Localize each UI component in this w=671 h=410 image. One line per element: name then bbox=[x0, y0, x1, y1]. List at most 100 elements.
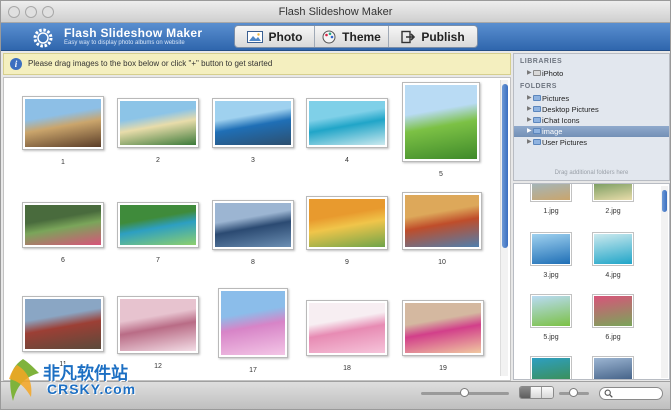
thumbnail-image[interactable] bbox=[530, 184, 572, 202]
photo-thumbnail[interactable] bbox=[22, 296, 104, 352]
close-window-button[interactable] bbox=[8, 6, 20, 18]
thumbnail-filename: 5.jpg bbox=[543, 334, 559, 341]
disclosure-arrow-icon[interactable]: ▶ bbox=[527, 68, 532, 79]
photo-tile[interactable]: 3 bbox=[211, 98, 295, 164]
photo-tile[interactable]: 19 bbox=[401, 300, 485, 372]
photo-number: 10 bbox=[438, 259, 446, 266]
photo-number: 7 bbox=[156, 257, 160, 264]
info-bar: i Please drag images to the box below or… bbox=[3, 53, 511, 75]
photo-tile[interactable]: 4 bbox=[305, 98, 389, 164]
drag-folders-hint: Drag additional folders here bbox=[554, 170, 629, 176]
photo-thumbnail[interactable] bbox=[306, 196, 388, 250]
tab-publish[interactable]: Publish bbox=[389, 26, 477, 47]
disclosure-arrow-icon[interactable]: ▶ bbox=[527, 115, 532, 126]
photo-thumbnail[interactable] bbox=[402, 82, 480, 162]
photo-number: 5 bbox=[439, 171, 443, 178]
thumbnail-item[interactable]: 2.jpg bbox=[583, 184, 643, 215]
photo-tile[interactable]: 10 bbox=[401, 192, 483, 266]
grid-view-icon[interactable] bbox=[520, 387, 531, 398]
disclosure-arrow-icon[interactable]: ▶ bbox=[527, 126, 532, 137]
thumbnail-browser[interactable]: 1.jpg 2.jpg 3.jpg 4.jpg 5.jpg 6.jpg bbox=[513, 183, 670, 380]
thumbnail-image[interactable] bbox=[530, 356, 572, 379]
folder-list: ▶ Pictures ▶ Desktop Pictures ▶ iChat Icons ▶ i… bbox=[514, 93, 669, 148]
sidebar-item-folder[interactable]: ▶ Desktop Pictures bbox=[514, 104, 669, 115]
tab-photo[interactable]: Photo bbox=[235, 26, 315, 47]
photo-tile[interactable]: 2 bbox=[116, 98, 200, 164]
photo-thumbnail[interactable] bbox=[402, 192, 482, 250]
photo-thumbnail[interactable] bbox=[117, 98, 199, 148]
search-icon bbox=[604, 389, 613, 398]
photo-number: 8 bbox=[251, 259, 255, 266]
sidebar-item-folder[interactable]: ▶ Pictures bbox=[514, 93, 669, 104]
folder-icon bbox=[533, 117, 541, 123]
photo-tile[interactable]: 1 bbox=[21, 96, 105, 166]
bottom-toolbar bbox=[1, 381, 670, 409]
list-view-icon[interactable] bbox=[531, 387, 542, 398]
photo-tile[interactable]: 18 bbox=[305, 300, 389, 372]
photo-thumbnail[interactable] bbox=[212, 98, 294, 148]
thumbnail-item[interactable]: 3.jpg bbox=[521, 232, 581, 279]
thumbnail-scroll-thumb[interactable] bbox=[662, 190, 667, 212]
photo-number: 1 bbox=[61, 159, 65, 166]
photo-thumbnail[interactable] bbox=[218, 288, 288, 358]
detail-view-icon[interactable] bbox=[542, 387, 553, 398]
thumbnail-item[interactable] bbox=[583, 356, 643, 379]
disclosure-arrow-icon[interactable]: ▶ bbox=[527, 137, 532, 148]
minimize-window-button[interactable] bbox=[25, 6, 37, 18]
source-sidebar: LIBRARIES ▶ iPhoto FOLDERS ▶ Pictures ▶ Des… bbox=[513, 53, 670, 181]
iphoto-icon bbox=[533, 70, 541, 76]
zoom-window-button[interactable] bbox=[42, 6, 54, 18]
thumbnail-size-slider-knob[interactable] bbox=[569, 388, 578, 397]
title-bar: Flash Slideshow Maker bbox=[1, 1, 670, 23]
tab-theme[interactable]: Theme bbox=[315, 26, 389, 47]
thumbnail-item[interactable] bbox=[521, 356, 581, 379]
photo-tile[interactable]: 9 bbox=[305, 196, 389, 266]
photo-number: 6 bbox=[61, 257, 65, 264]
photo-grid-scrollbar[interactable] bbox=[500, 80, 508, 376]
photo-thumbnail[interactable] bbox=[117, 296, 199, 354]
photo-thumbnail[interactable] bbox=[306, 98, 388, 148]
photo-size-slider-knob[interactable] bbox=[460, 388, 469, 397]
thumbnail-item[interactable]: 1.jpg bbox=[521, 184, 581, 215]
sidebar-item-label: Pictures bbox=[542, 94, 570, 103]
thumbnail-image[interactable] bbox=[592, 356, 634, 379]
photo-thumbnail[interactable] bbox=[402, 300, 484, 356]
photo-tile[interactable]: 5 bbox=[401, 82, 481, 178]
photo-tile[interactable]: 12 bbox=[116, 296, 200, 370]
publish-icon bbox=[401, 30, 416, 43]
folders-header: FOLDERS bbox=[520, 83, 557, 90]
sidebar-item-folder[interactable]: ▶ iChat Icons bbox=[514, 115, 669, 126]
photo-tile[interactable]: 11 bbox=[21, 296, 105, 368]
folder-icon bbox=[533, 139, 541, 145]
thumbnail-image[interactable] bbox=[530, 294, 572, 328]
photo-thumbnail[interactable] bbox=[22, 96, 104, 150]
search-field[interactable] bbox=[599, 387, 663, 400]
view-mode-buttons bbox=[519, 386, 554, 399]
sidebar-item-folder[interactable]: ▶ image bbox=[514, 126, 669, 137]
disclosure-arrow-icon[interactable]: ▶ bbox=[527, 104, 532, 115]
photo-grid-scroll-thumb[interactable] bbox=[502, 84, 508, 248]
photo-thumbnail[interactable] bbox=[117, 202, 199, 248]
thumbnail-item[interactable]: 4.jpg bbox=[583, 232, 643, 279]
photo-tile[interactable]: 7 bbox=[116, 202, 200, 264]
thumbnail-image[interactable] bbox=[530, 232, 572, 266]
thumbnail-image[interactable] bbox=[592, 184, 634, 202]
tab-photo-label: Photo bbox=[268, 29, 303, 44]
disclosure-arrow-icon[interactable]: ▶ bbox=[527, 93, 532, 104]
sidebar-item-iphoto[interactable]: ▶ iPhoto bbox=[514, 68, 669, 79]
thumbnail-item[interactable]: 5.jpg bbox=[521, 294, 581, 341]
thumbnail-image[interactable] bbox=[592, 294, 634, 328]
sidebar-item-folder[interactable]: ▶ User Pictures bbox=[514, 137, 669, 148]
thumbnail-image[interactable] bbox=[592, 232, 634, 266]
photo-tile[interactable]: 6 bbox=[21, 202, 105, 264]
photo-thumbnail[interactable] bbox=[306, 300, 388, 356]
thumbnail-scrollbar[interactable] bbox=[661, 186, 668, 378]
photo-grid: 1 2 3 4 5 6 7 8 9 10 11 12 17 18 19 bbox=[4, 78, 500, 380]
photo-tile[interactable]: 17 bbox=[217, 288, 289, 374]
photo-grid-panel[interactable]: 1 2 3 4 5 6 7 8 9 10 11 12 17 18 19 bbox=[3, 77, 511, 381]
photo-number: 12 bbox=[154, 363, 162, 370]
photo-tile[interactable]: 8 bbox=[211, 200, 295, 266]
thumbnail-item[interactable]: 6.jpg bbox=[583, 294, 643, 341]
photo-thumbnail[interactable] bbox=[22, 202, 104, 248]
photo-thumbnail[interactable] bbox=[212, 200, 294, 250]
